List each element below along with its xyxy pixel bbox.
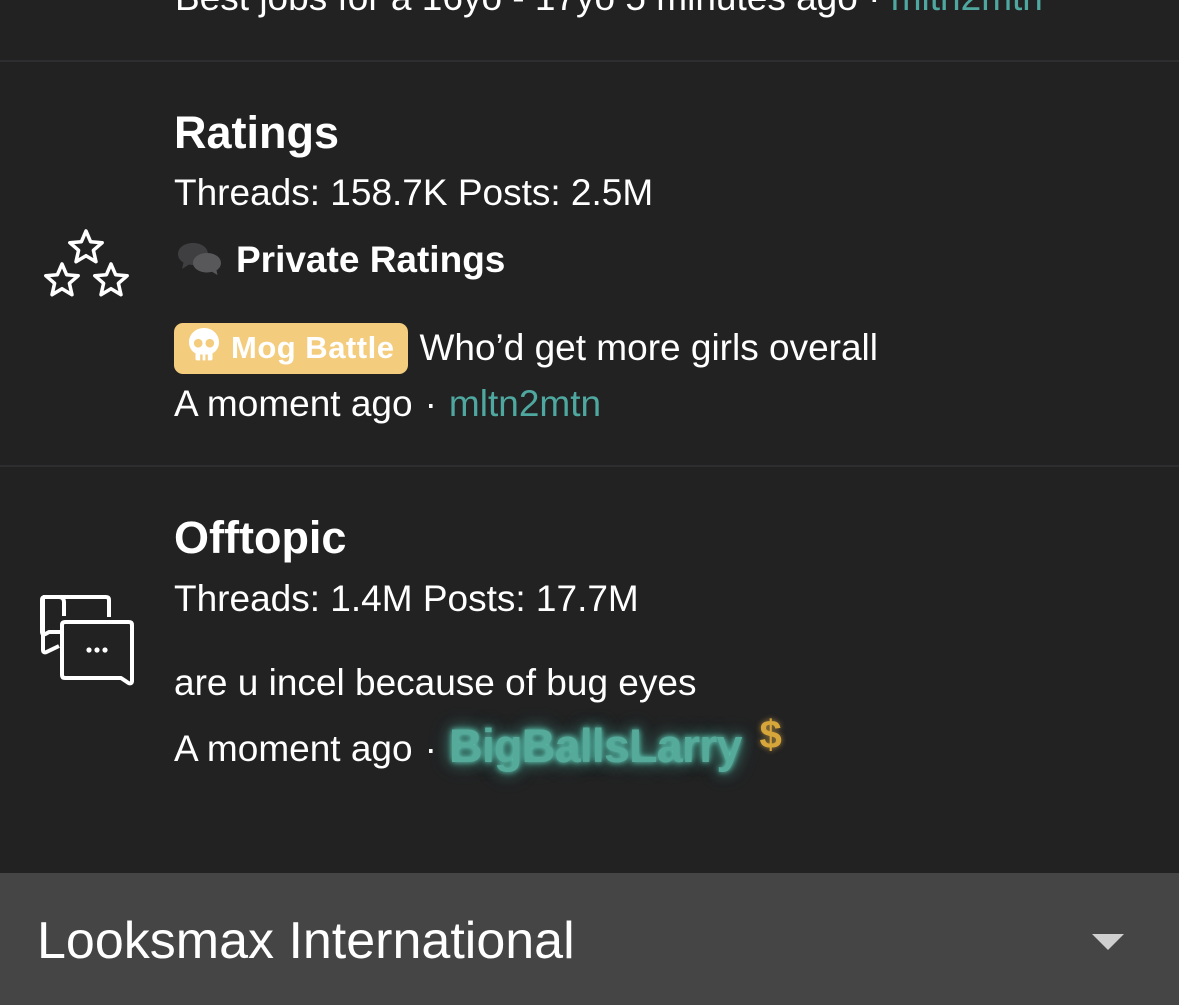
meta-separator: · (424, 383, 437, 424)
divider (0, 465, 1179, 467)
skull-icon (188, 327, 220, 370)
latest-thread-title-ratings[interactable]: Who’d get more girls overall (419, 327, 878, 369)
latest-thread-user-link[interactable]: BigBallsLarry (449, 718, 743, 773)
meta-separator: · (868, 0, 880, 18)
node-title-offtopic[interactable]: Offtopic (174, 512, 346, 564)
conversation-icon (38, 592, 136, 693)
latest-thread-meta-ratings: A moment ago · mltn2mtn (174, 382, 601, 426)
node-stats-offtopic: Threads: 1.4M Posts: 17.7M (174, 578, 639, 619)
latest-thread-meta-offtopic: A moment ago · BigBallsLarry $ (174, 713, 782, 772)
subforum-label: Private Ratings (236, 239, 506, 280)
chat-bubbles-icon (176, 240, 223, 281)
latest-thread-title-offtopic[interactable]: are u incel because of bug eyes (174, 662, 696, 704)
latest-thread-time: A moment ago (174, 728, 413, 769)
node-stats-ratings: Threads: 158.7K Posts: 2.5M (174, 172, 654, 213)
node-title-ratings[interactable]: Ratings (174, 107, 339, 159)
prefix-label: Mog Battle (231, 330, 395, 365)
latest-thread-time: A moment ago (174, 383, 413, 424)
prefix-badge-mog-battle[interactable]: Mog Battle (174, 322, 409, 374)
caret-down-icon[interactable] (1091, 933, 1125, 956)
meta-separator: · (424, 728, 437, 769)
divider (0, 60, 1179, 62)
subforum-link-private-ratings[interactable]: Private Ratings (176, 238, 505, 282)
footer-title[interactable]: Looksmax International (37, 909, 575, 973)
previous-thread-user-link[interactable]: mltn2mtn (891, 0, 1043, 18)
latest-thread-offtopic: are u incel because of bug eyes (174, 657, 696, 709)
latest-thread-ratings: Mog Battle Who’d get more girls overall (174, 322, 878, 374)
dollar-badge-icon: $ (759, 712, 782, 757)
previous-thread-text[interactable]: Best jobs for a 16yo - 17yo 5 minutes ag… (175, 0, 858, 18)
latest-thread-user-link[interactable]: mltn2mtn (449, 383, 601, 425)
stars-icon (38, 228, 134, 309)
previous-thread-meta: Best jobs for a 16yo - 17yo 5 minutes ag… (175, 0, 1043, 20)
